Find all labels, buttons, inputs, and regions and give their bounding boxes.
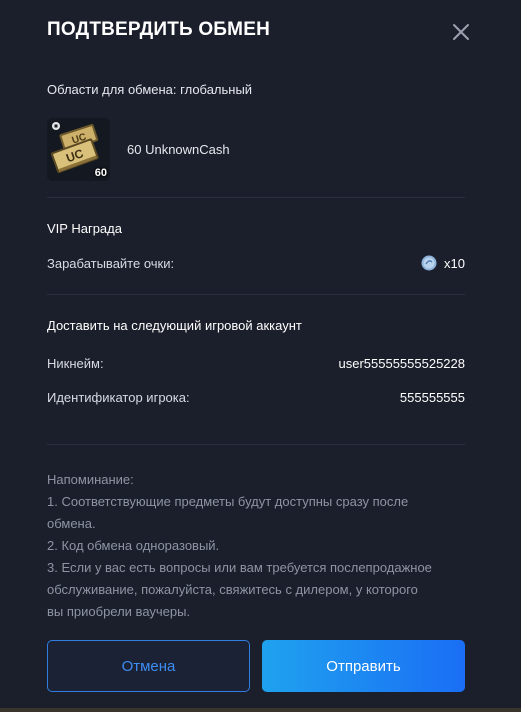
divider	[47, 294, 465, 295]
deliver-account-title: Доставить на следующий игровой аккаунт	[47, 318, 302, 333]
reminder-line: 2. Код обмена одноразовый.	[47, 538, 220, 553]
confirm-exchange-dialog: ПОДТВЕРДИТЬ ОБМЕН Области для обмена: гл…	[0, 0, 521, 712]
earn-points-label: Зарабатывайте очки:	[47, 256, 175, 271]
divider	[47, 197, 465, 198]
exchange-region-text: Области для обмена: глобальный	[47, 82, 253, 97]
reminder-line: обмена.	[47, 516, 96, 531]
vip-coin-icon	[421, 255, 437, 271]
reminder-line: 1. Соответствующие предметы будут доступ…	[47, 494, 409, 509]
vip-reward-title: VIP Награда	[47, 221, 122, 236]
item-name: 60 UnknownCash	[127, 142, 230, 157]
submit-button[interactable]: Отправить	[262, 640, 465, 692]
reminder-line: вы приобрели ваучеры.	[47, 604, 191, 619]
earn-points-value: x10	[444, 256, 465, 271]
reminder-line: 3. Если у вас есть вопросы или вам требу…	[47, 560, 432, 575]
nickname-label: Никнейм:	[47, 356, 104, 371]
unknowncash-stack-icon: UC UC 60	[47, 118, 110, 181]
close-icon[interactable]	[450, 21, 472, 43]
player-id-label: Идентификатор игрока:	[47, 390, 190, 405]
player-id-value: 555555555	[399, 390, 465, 405]
cancel-button[interactable]: Отмена	[47, 640, 250, 692]
reminder-block: Напоминание: 1. Соответствующие предметы…	[47, 469, 465, 623]
nickname-value: user55555555525228	[338, 356, 465, 371]
reminder-line: обслуживание, пожалуйста, свяжитесь с ди…	[47, 582, 418, 597]
reminder-heading: Напоминание:	[47, 472, 134, 487]
dialog-title: ПОДТВЕРДИТЬ ОБМЕН	[47, 19, 270, 40]
item-quantity-badge: 60	[94, 167, 107, 179]
background-strip	[0, 708, 521, 712]
divider	[47, 444, 465, 445]
